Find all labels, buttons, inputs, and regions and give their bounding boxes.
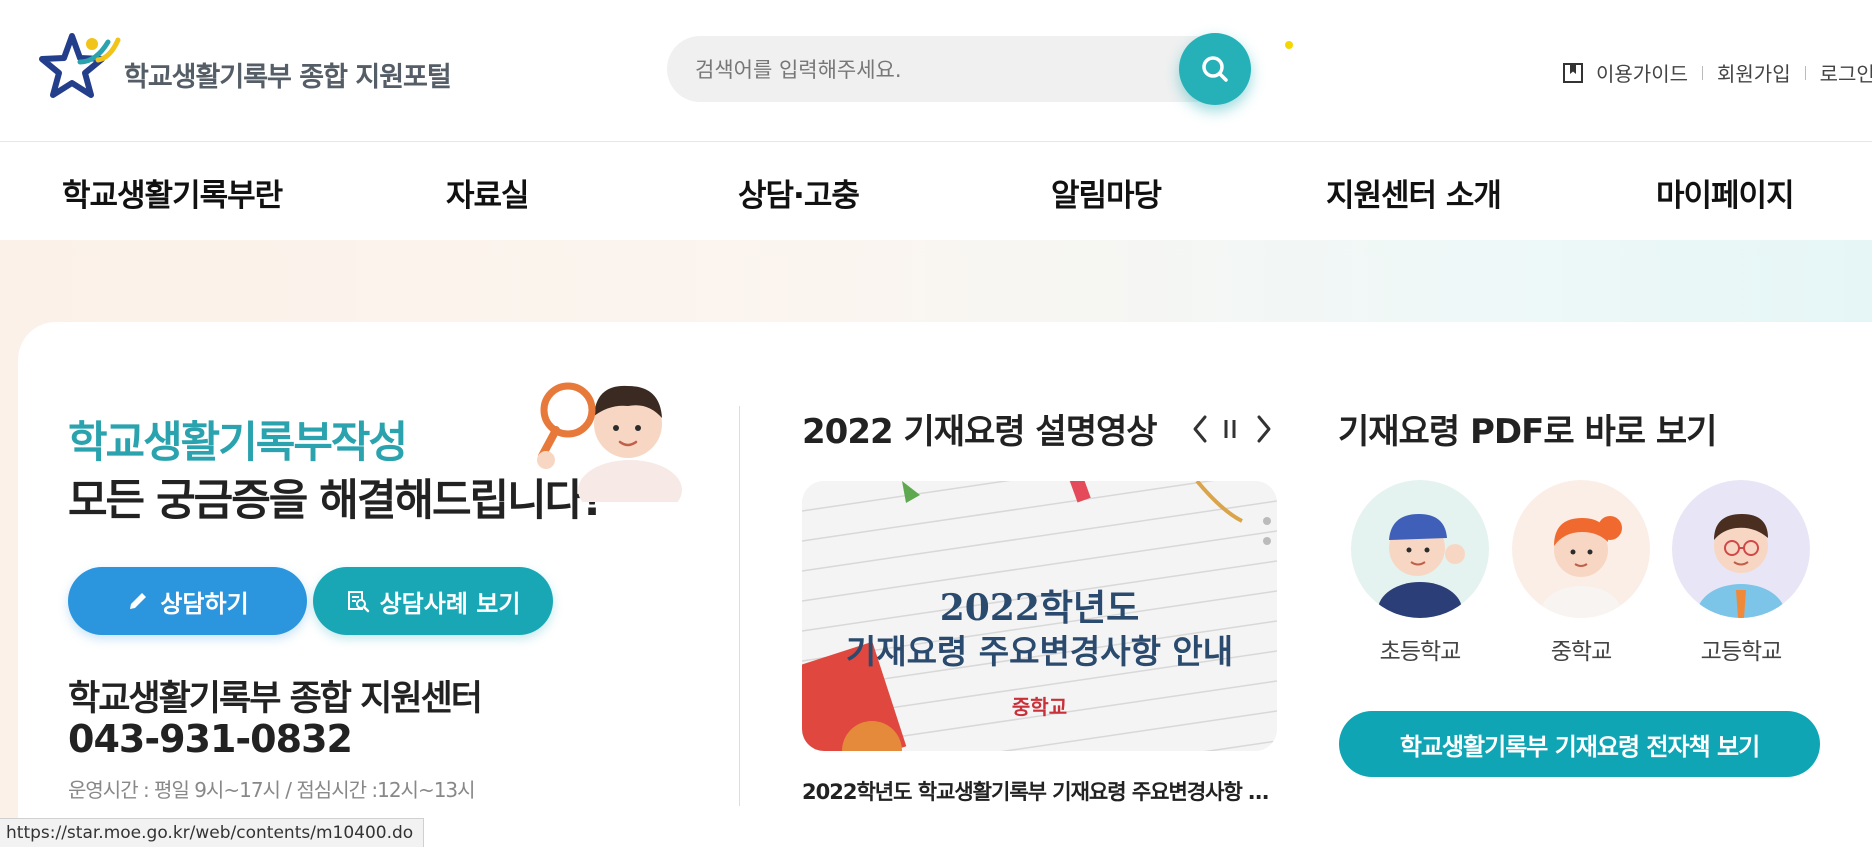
middle-student-illustration: [1512, 480, 1650, 618]
next-slide-button[interactable]: [1252, 412, 1276, 446]
chevron-right-icon: [1257, 415, 1271, 443]
logo-text: 학교생활기록부 종합 지원포털: [124, 61, 452, 93]
signup-link[interactable]: 회원가입: [1717, 58, 1791, 87]
thumbnail-title-year: 2022학년도: [939, 587, 1140, 629]
thumbnail-title-main: 기재요령 주요변경사항 안내: [845, 632, 1234, 671]
thumbnail-school-level: 중학교: [1011, 695, 1068, 719]
high-school-link[interactable]: 고등학교: [1671, 480, 1811, 666]
middle-label: 중학교: [1550, 639, 1612, 665]
video-thumbnail[interactable]: 2022학년도 기재요령 주요변경사항 안내 중학교: [802, 481, 1277, 751]
search-icon: [1202, 56, 1228, 82]
consult-button-label: 상담하기: [160, 589, 249, 618]
chevron-left-icon: [1193, 415, 1207, 443]
support-center-phone: 043-931-0832: [68, 717, 353, 761]
bookmark-icon: [1563, 62, 1583, 83]
search-bar: [667, 33, 1251, 105]
elementary-avatar: [1351, 480, 1489, 618]
middle-avatar: [1512, 480, 1650, 618]
utility-links: 이용가이드 회원가입 로그인: [1562, 58, 1872, 87]
site-header: 학교생활기록부 종합 지원포털 이용가이드 회원가입 로그인: [0, 0, 1872, 141]
guide-link[interactable]: 이용가이드: [1596, 58, 1688, 87]
high-label: 고등학교: [1700, 639, 1783, 665]
support-center-hours: 운영시간 : 평일 9시~17시 / 점심시간 :12시~13시: [68, 778, 476, 802]
consult-cases-button-label: 상담사례 보기: [379, 589, 521, 618]
consult-button[interactable]: 상담하기: [68, 567, 307, 635]
main-navigation: 학교생활기록부란 자료실 상담·고충 알림마당 지원센터 소개 마이페이지: [0, 142, 1872, 240]
nav-item-center-intro[interactable]: 지원센터 소개: [1326, 170, 1502, 215]
nav-item-mypage[interactable]: 마이페이지: [1656, 170, 1795, 215]
high-avatar: [1672, 480, 1810, 618]
search-button[interactable]: [1179, 33, 1251, 105]
video-section-title: 2022 기재요령 설명영상: [802, 412, 1158, 452]
site-logo[interactable]: 학교생활기록부 종합 지원포털: [38, 32, 452, 100]
support-center-name: 학교생활기록부 종합 지원센터: [68, 679, 483, 719]
divider: [1702, 65, 1703, 80]
browser-status-url: https://star.moe.go.kr/web/contents/m104…: [0, 818, 425, 847]
nav-item-record-intro[interactable]: 학교생활기록부란: [62, 170, 283, 215]
elementary-label: 초등학교: [1379, 639, 1462, 665]
pause-icon: [1224, 420, 1236, 438]
pause-slide-button[interactable]: [1218, 412, 1242, 446]
pencil-icon: [130, 593, 147, 609]
star-logo-icon: [39, 33, 121, 98]
ebook-button[interactable]: 학교생활기록부 기재요령 전자책 보기: [1339, 711, 1820, 777]
login-link[interactable]: 로그인: [1820, 58, 1872, 87]
high-student-illustration: [1672, 480, 1810, 618]
video-caption-link[interactable]: 2022학년도 학교생활기록부 기재요령 주요변경사항 안내(중학교): [802, 776, 1277, 806]
search-input[interactable]: [695, 54, 1165, 86]
nav-item-notice[interactable]: 알림마당: [1051, 170, 1162, 215]
document-search-icon: [347, 591, 369, 613]
elementary-school-link[interactable]: 초등학교: [1350, 480, 1490, 666]
nav-item-archive[interactable]: 자료실: [446, 170, 530, 215]
middle-school-link[interactable]: 중학교: [1511, 480, 1651, 666]
boy-magnifier-illustration: [537, 382, 682, 502]
prev-slide-button[interactable]: [1188, 412, 1212, 446]
decorative-dot: [1285, 41, 1293, 49]
hero-headline-secondary: 모든 궁금증을 해결해드립니다!: [68, 476, 602, 526]
nav-item-consult[interactable]: 상담·고충: [738, 170, 860, 215]
consult-cases-button[interactable]: 상담사례 보기: [313, 567, 553, 635]
section-divider: [739, 406, 740, 806]
hero-headline-primary: 학교생활기록부작성: [68, 418, 408, 468]
elementary-student-illustration: [1351, 480, 1489, 618]
pdf-section-title: 기재요령 PDF로 바로 보기: [1338, 412, 1717, 452]
divider: [1804, 65, 1806, 80]
